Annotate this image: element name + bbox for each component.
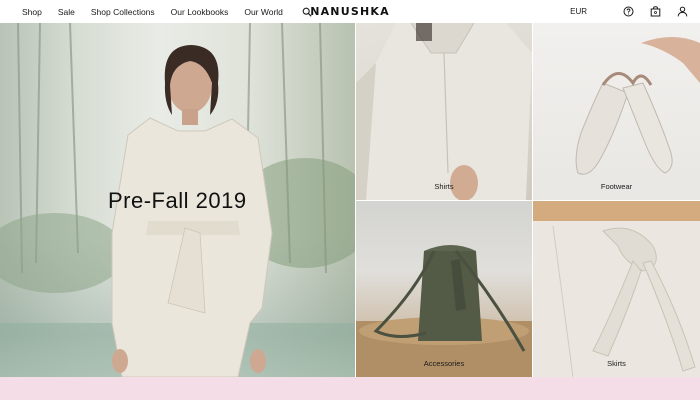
nav-shop-collections[interactable]: Shop Collections (91, 7, 155, 17)
tile-label-footwear: Footwear (600, 182, 633, 191)
nav-shop[interactable]: Shop (22, 7, 42, 17)
category-tile-footwear[interactable]: Footwear (533, 23, 700, 200)
nav-our-world[interactable]: Our World (244, 7, 283, 17)
footwear-image (575, 37, 700, 175)
currency-selector[interactable]: EUR (570, 7, 587, 16)
hero-title: Pre-Fall 2019 (108, 188, 247, 213)
help-icon[interactable] (623, 6, 634, 17)
shirts-image (356, 23, 532, 200)
category-tile-accessories[interactable]: Accessories (356, 201, 532, 377)
hero-pre-fall-tile[interactable]: Pre-Fall 2019 (0, 23, 355, 377)
skirts-image (533, 201, 700, 377)
category-tile-shirts[interactable]: Shirts (356, 23, 532, 200)
tile-label-accessories: Accessories (423, 359, 465, 368)
category-grid: Pre-Fall 2019 Shirts Footwear Accessorie… (0, 23, 700, 377)
tile-label-shirts: Shirts (434, 182, 454, 191)
site-header: Shop Sale Shop Collections Our Lookbooks… (0, 0, 700, 23)
nav-our-lookbooks[interactable]: Our Lookbooks (171, 7, 229, 17)
account-icon[interactable] (677, 6, 688, 17)
nav-sale[interactable]: Sale (58, 7, 75, 17)
tile-label-skirts: Skirts (607, 359, 626, 368)
category-tile-skirts[interactable]: Skirts (533, 201, 700, 377)
promo-band (0, 377, 700, 400)
main-nav: Shop Sale Shop Collections Our Lookbooks… (22, 0, 312, 23)
accessories-image (356, 245, 532, 377)
brand-logo[interactable]: NANUSHKA (310, 5, 390, 18)
bag-icon[interactable] (650, 6, 661, 17)
header-tools: EUR (570, 0, 688, 23)
